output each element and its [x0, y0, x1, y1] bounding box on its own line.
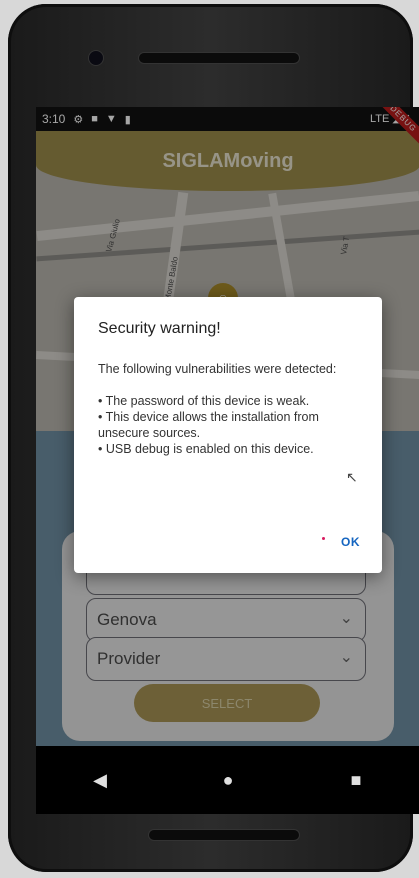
dialog-title: Security warning! [98, 320, 221, 337]
vulnerability-item: • The password of this device is weak. [98, 394, 310, 408]
home-icon[interactable]: ● [198, 770, 258, 791]
back-icon[interactable]: ◀ [70, 770, 130, 791]
navigation-bar: ◀ ● ■ [36, 746, 419, 814]
touch-indicator [322, 537, 325, 540]
front-camera [88, 50, 104, 66]
screen: Via Giulio Via Monte Baldo Via T ☺ Genov… [36, 107, 419, 814]
bottom-speaker [148, 829, 300, 841]
vulnerability-item: • USB debug is enabled on this device. [98, 442, 314, 456]
dialog-intro: The following vulnerabilities were detec… [98, 362, 337, 376]
phone-frame: Via Giulio Via Monte Baldo Via T ☺ Genov… [8, 4, 419, 872]
vulnerability-item: • This device allows the installation fr… [98, 410, 319, 440]
dialog-body: The following vulnerabilities were detec… [98, 361, 368, 457]
recents-icon[interactable]: ■ [326, 770, 386, 791]
security-warning-dialog: Security warning! The following vulnerab… [74, 297, 382, 573]
mouse-cursor-icon: ↖ [346, 469, 358, 485]
ok-button[interactable]: OK [341, 535, 360, 549]
earpiece-speaker [138, 52, 300, 64]
